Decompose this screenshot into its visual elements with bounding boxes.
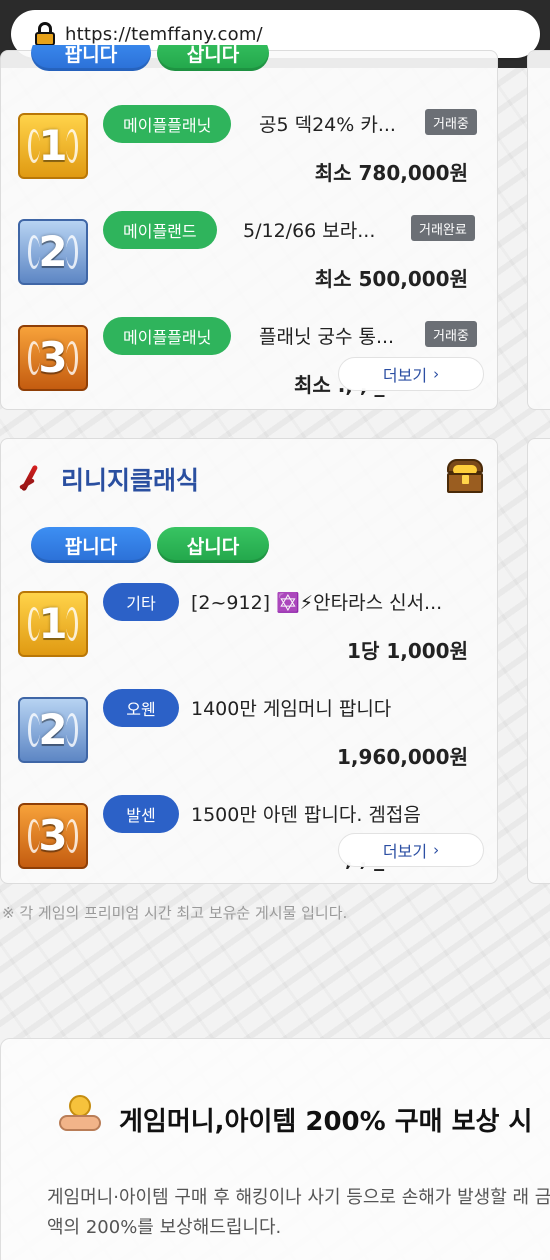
compensation-banner: 게임머니,아이템 200% 구매 보상 시 게임머니·아이템 구매 후 해킹이나… bbox=[0, 1038, 550, 1260]
rank-1-medal-icon: 1 bbox=[18, 591, 88, 657]
lock-icon bbox=[35, 22, 55, 46]
rank-2-medal-icon: 2 bbox=[18, 697, 88, 763]
item-title[interactable]: 플래닛 궁수 통... bbox=[259, 322, 409, 349]
chevron-right-icon: › bbox=[433, 841, 440, 859]
rank-1-medal-icon: 1 bbox=[18, 113, 88, 179]
item-title[interactable]: 1400만 게임머니 팝니다 bbox=[191, 694, 481, 721]
rank-3-medal-icon: 3 bbox=[18, 325, 88, 391]
item-price: 최소 780,000원 bbox=[314, 161, 468, 185]
coin-hand-icon bbox=[59, 1095, 101, 1135]
game-title[interactable]: 리니지클래식 bbox=[61, 461, 199, 497]
status-badge: 거래중 bbox=[425, 321, 477, 347]
item-title[interactable]: 5/12/66 보라... bbox=[243, 216, 393, 243]
item-price: 1,960,000원 bbox=[336, 745, 468, 769]
trade-tabs: 팝니다 삽니다 bbox=[31, 45, 269, 87]
adjacent-card bbox=[527, 50, 550, 410]
item-title[interactable]: 1500만 아덴 팝니다. 겜접음 bbox=[191, 800, 481, 827]
promo-text: 게임머니·아이템 구매 후 해킹이나 사기 등으로 손해가 발생할 래 금액의 … bbox=[47, 1187, 550, 1238]
category-badge[interactable]: 오웬 bbox=[103, 689, 179, 727]
status-badge: 거래중 bbox=[425, 109, 477, 135]
url-text[interactable]: https://temffany.com/ bbox=[65, 24, 263, 45]
chevron-right-icon: › bbox=[433, 365, 440, 383]
category-badge[interactable]: 메이플랜드 bbox=[103, 211, 217, 249]
list-item[interactable]: 2 메이플랜드 5/12/66 보라... 거래완료 최소 500,000원 bbox=[1, 203, 499, 307]
sword-icon bbox=[17, 464, 43, 494]
tab-sell[interactable]: 팝니다 bbox=[31, 45, 151, 71]
category-badge[interactable]: 발센 bbox=[103, 795, 179, 833]
trade-tabs: 팝니다 삽니다 bbox=[31, 527, 269, 563]
list-item[interactable]: 1 메이플플래닛 공5 덱24% 카... 거래중 최소 780,000원 bbox=[1, 97, 499, 201]
item-title[interactable]: [2~912] ✡️⚡안타라스 신서... bbox=[191, 588, 481, 615]
tab-buy[interactable]: 삽니다 bbox=[157, 527, 269, 563]
tab-buy[interactable]: 삽니다 bbox=[157, 45, 269, 71]
rank-2-medal-icon: 2 bbox=[18, 219, 88, 285]
tab-sell[interactable]: 팝니다 bbox=[31, 527, 151, 563]
game-card-lineage: 리니지클래식 팝니다 삽니다 1 기타 [2~912] ✡️⚡안타라스 신서..… bbox=[0, 438, 498, 884]
treasure-chest-icon bbox=[447, 459, 483, 493]
adjacent-card bbox=[527, 438, 550, 884]
game-card-maple: 팝니다 삽니다 1 메이플플래닛 공5 덱24% 카... 거래중 최소 780… bbox=[0, 45, 499, 410]
promo-title: 게임머니,아이템 200% 구매 보상 시 bbox=[119, 1107, 533, 1137]
more-label: 더보기 bbox=[382, 366, 428, 385]
category-badge[interactable]: 메이플플래닛 bbox=[103, 105, 232, 143]
category-badge[interactable]: 기타 bbox=[103, 583, 179, 621]
item-price: 최소 500,000원 bbox=[314, 267, 468, 291]
list-item[interactable]: 2 오웬 1400만 게임머니 팝니다 1,960,000원 bbox=[1, 681, 499, 785]
item-price: 1당 1,000원 bbox=[347, 639, 468, 663]
item-title[interactable]: 공5 덱24% 카... bbox=[259, 110, 409, 137]
more-label: 더보기 bbox=[382, 842, 428, 861]
list-item[interactable]: 1 기타 [2~912] ✡️⚡안타라스 신서... 1당 1,000원 bbox=[1, 575, 499, 679]
card-header: 리니지클래식 bbox=[17, 461, 199, 497]
ranking-notice: ※ 각 게임의 프리미엄 시간 최고 보유순 게시물 입니다. bbox=[2, 904, 348, 922]
status-badge: 거래완료 bbox=[411, 215, 475, 241]
more-button[interactable]: 더보기 › bbox=[338, 357, 484, 391]
more-button[interactable]: 더보기 › bbox=[338, 833, 484, 867]
category-badge[interactable]: 메이플플래닛 bbox=[103, 317, 232, 355]
rank-3-medal-icon: 3 bbox=[18, 803, 88, 869]
